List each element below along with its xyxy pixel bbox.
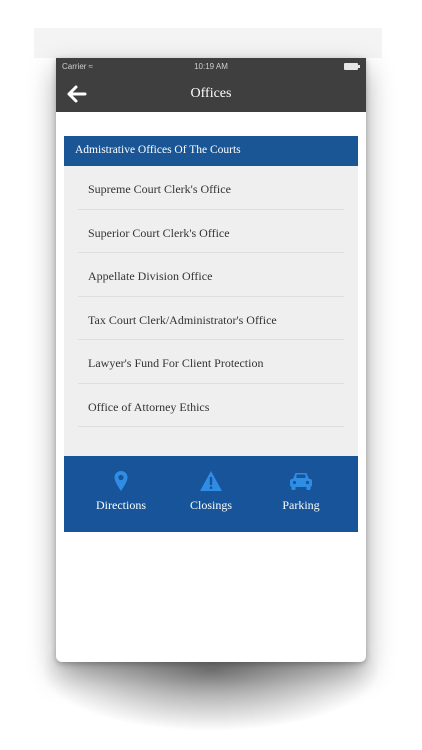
battery-icon [344,63,360,70]
office-list: Supreme Court Clerk's Office Superior Co… [64,166,358,456]
list-item-attorney-ethics[interactable]: Office of Attorney Ethics [78,384,344,427]
action-bar: Directions Closings Parking [64,456,358,532]
status-bar: Carrier ≈ 10:19 AM [56,58,366,76]
list-item-supreme-court[interactable]: Supreme Court Clerk's Office [78,166,344,210]
nav-bar: Offices [56,76,366,112]
top-strip [34,28,382,58]
list-item-appellate-division[interactable]: Appellate Division Office [78,253,344,297]
car-icon [290,473,312,490]
list-item-lawyers-fund[interactable]: Lawyer's Fund For Client Protection [78,340,344,384]
section-header: Admistrative Offices Of The Courts [64,136,358,166]
page-title: Offices [190,86,232,101]
offices-card: Admistrative Offices Of The Courts Supre… [64,136,358,532]
directions-label: Directions [96,498,146,512]
closings-label: Closings [189,498,232,512]
map-pin-icon [114,471,128,491]
list-item-superior-court[interactable]: Superior Court Clerk's Office [78,210,344,253]
list-item-tax-court[interactable]: Tax Court Clerk/Administrator's Office [78,297,344,340]
phone-screen: Carrier ≈ 10:19 AM Offices Admistrative O… [56,58,366,662]
parking-label: Parking [282,498,320,512]
parking-button[interactable]: Parking [261,470,341,532]
status-time: 10:19 AM [194,62,228,71]
directions-button[interactable]: Directions [81,470,161,532]
warning-icon [200,471,222,491]
closings-button[interactable]: Closings [171,470,251,532]
